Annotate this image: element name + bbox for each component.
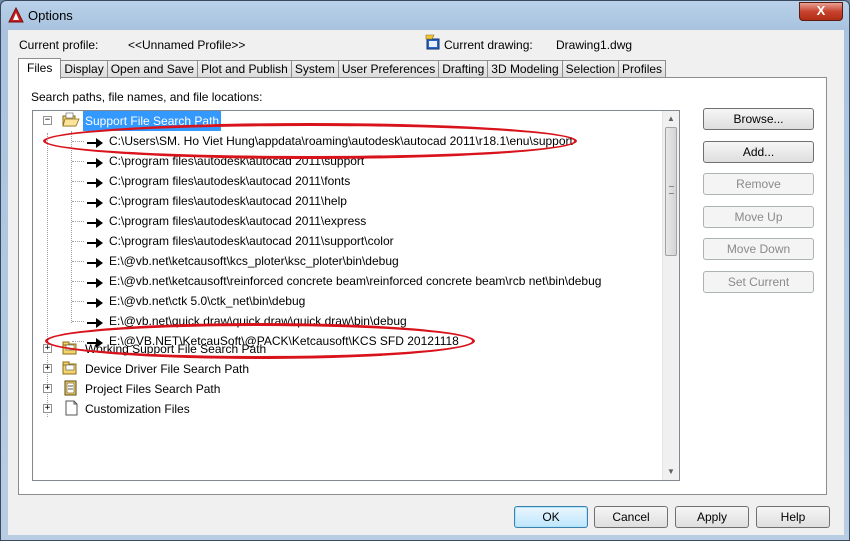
remove-button[interactable]: Remove [703,173,814,195]
tree-path-item[interactable]: E:\@vb.net\ketcausoft\reinforced concret… [33,271,653,291]
expand-toggle-icon[interactable]: + [43,404,52,413]
expand-toggle-icon[interactable]: + [43,364,52,373]
options-dialog: Options X Current profile: <<Unnamed Pro… [0,0,850,541]
tree-node-label: Customization Files [85,402,190,416]
tab-open-and-save[interactable]: Open and Save [106,60,199,78]
scrollbar-thumb[interactable] [665,127,677,256]
tab-strip: Files Display Open and Save Plot and Pub… [18,58,667,79]
tree-connector-line [72,321,84,322]
ok-button[interactable]: OK [514,506,588,528]
tab-drafting[interactable]: Drafting [438,60,489,78]
tab-files[interactable]: Files [18,58,62,79]
tree-path-item[interactable]: E:\@vb.net\ctk 5.0\ctk_net\bin\debug [33,291,653,311]
search-paths-label: Search paths, file names, and file locat… [31,90,263,104]
set-current-button[interactable]: Set Current [703,271,814,293]
tree-path-item[interactable]: C:\program files\autodesk\autocad 2011\f… [33,171,653,191]
tab-profiles[interactable]: Profiles [618,60,667,78]
tree-path-item[interactable]: C:\program files\autodesk\autocad 2011\h… [33,191,653,211]
help-button[interactable]: Help [756,506,830,528]
apply-button[interactable]: Apply [675,506,749,528]
tree-node-customization-files[interactable]: + Customization Files [33,399,633,419]
project-icon [64,380,77,396]
tab-selection[interactable]: Selection [561,60,620,78]
arrow-right-icon [86,255,104,268]
tree-path-label: E:\@vb.net\ketcausoft\reinforced concret… [109,274,602,288]
window-title: Options [28,8,73,23]
collapse-toggle-icon[interactable]: − [43,116,52,125]
tab-system[interactable]: System [290,60,339,78]
add-button[interactable]: Add... [703,141,814,163]
tree-connector-line [72,221,84,222]
tree-path-label: E:\@vb.net\ctk 5.0\ctk_net\bin\debug [109,294,306,308]
tree-content: − Support File Search Path C:\Users\SM. … [33,111,663,480]
arrow-right-icon [86,155,104,168]
tree-connector-line [72,161,84,162]
tree-connector-line [72,301,84,302]
move-down-button[interactable]: Move Down [703,238,814,260]
tree-node-label: Project Files Search Path [85,382,221,396]
tree-node-device-driver-file-search-path[interactable]: + Device Driver File Search Path [33,359,633,379]
arrow-right-icon [86,235,104,248]
current-drawing-value: Drawing1.dwg [556,38,633,52]
tree-connector-line [72,261,84,262]
current-profile-value: <<Unnamed Profile>> [128,38,246,52]
tree-path-label: E:\@vb.net\ketcausoft\kcs_ploter\ksc_plo… [109,254,399,268]
tree-path-label: C:\program files\autodesk\autocad 2011\e… [109,214,367,228]
tab-display[interactable]: Display [60,60,108,78]
dialog-client-area: Current profile: <<Unnamed Profile>> Cur… [8,30,844,535]
arrow-right-icon [86,295,104,308]
tree-path-item[interactable]: C:\program files\autodesk\autocad 2011\s… [33,231,653,251]
move-up-button[interactable]: Move Up [703,206,814,228]
arrow-right-icon [86,215,104,228]
arrow-right-icon [86,275,104,288]
tree-connector-line [72,181,84,182]
cancel-button[interactable]: Cancel [594,506,668,528]
tree-path-label: C:\program files\autodesk\autocad 2011\f… [109,174,351,188]
annotation-ellipse [45,323,475,359]
tree-connector-line [72,241,84,242]
browse-button[interactable]: Browse... [703,108,814,130]
current-drawing-label: Current drawing: [444,38,533,52]
tree-node-label: Device Driver File Search Path [85,362,250,376]
tree-connector-line [72,281,84,282]
tree-connector-line [72,201,84,202]
arrow-right-icon [86,195,104,208]
scroll-up-arrow-icon[interactable]: ▲ [663,111,679,127]
scroll-down-arrow-icon[interactable]: ▼ [663,464,679,480]
folder-open-icon [62,112,80,127]
tab-plot-and-publish[interactable]: Plot and Publish [197,60,292,78]
annotation-ellipse [43,123,577,159]
tab-3d-modeling[interactable]: 3D Modeling [487,60,563,78]
close-button[interactable]: X [799,2,843,21]
tab-user-preferences[interactable]: User Preferences [337,60,440,78]
tree-path-label: C:\program files\autodesk\autocad 2011\h… [109,194,347,208]
tree-node-project-files-search-path[interactable]: + Project Files Search Path [33,379,633,399]
drawing-icon [425,34,440,50]
autocad-app-icon [8,7,24,23]
tree-path-label: C:\program files\autodesk\autocad 2011\s… [109,234,394,248]
tree-path-item[interactable]: C:\program files\autodesk\autocad 2011\e… [33,211,653,231]
expand-toggle-icon[interactable]: + [43,384,52,393]
file-icon [65,400,78,416]
grip-icon [669,186,674,194]
folder-icon [62,361,77,375]
arrow-right-icon [86,315,104,328]
tree-path-item[interactable]: E:\@vb.net\ketcausoft\kcs_ploter\ksc_plo… [33,251,653,271]
title-bar[interactable]: Options X [1,1,849,29]
arrow-right-icon [86,175,104,188]
tree-vertical-scrollbar[interactable]: ▲ ▼ [662,111,679,480]
current-profile-label: Current profile: [19,38,99,52]
search-path-tree[interactable]: − Support File Search Path C:\Users\SM. … [32,110,680,481]
